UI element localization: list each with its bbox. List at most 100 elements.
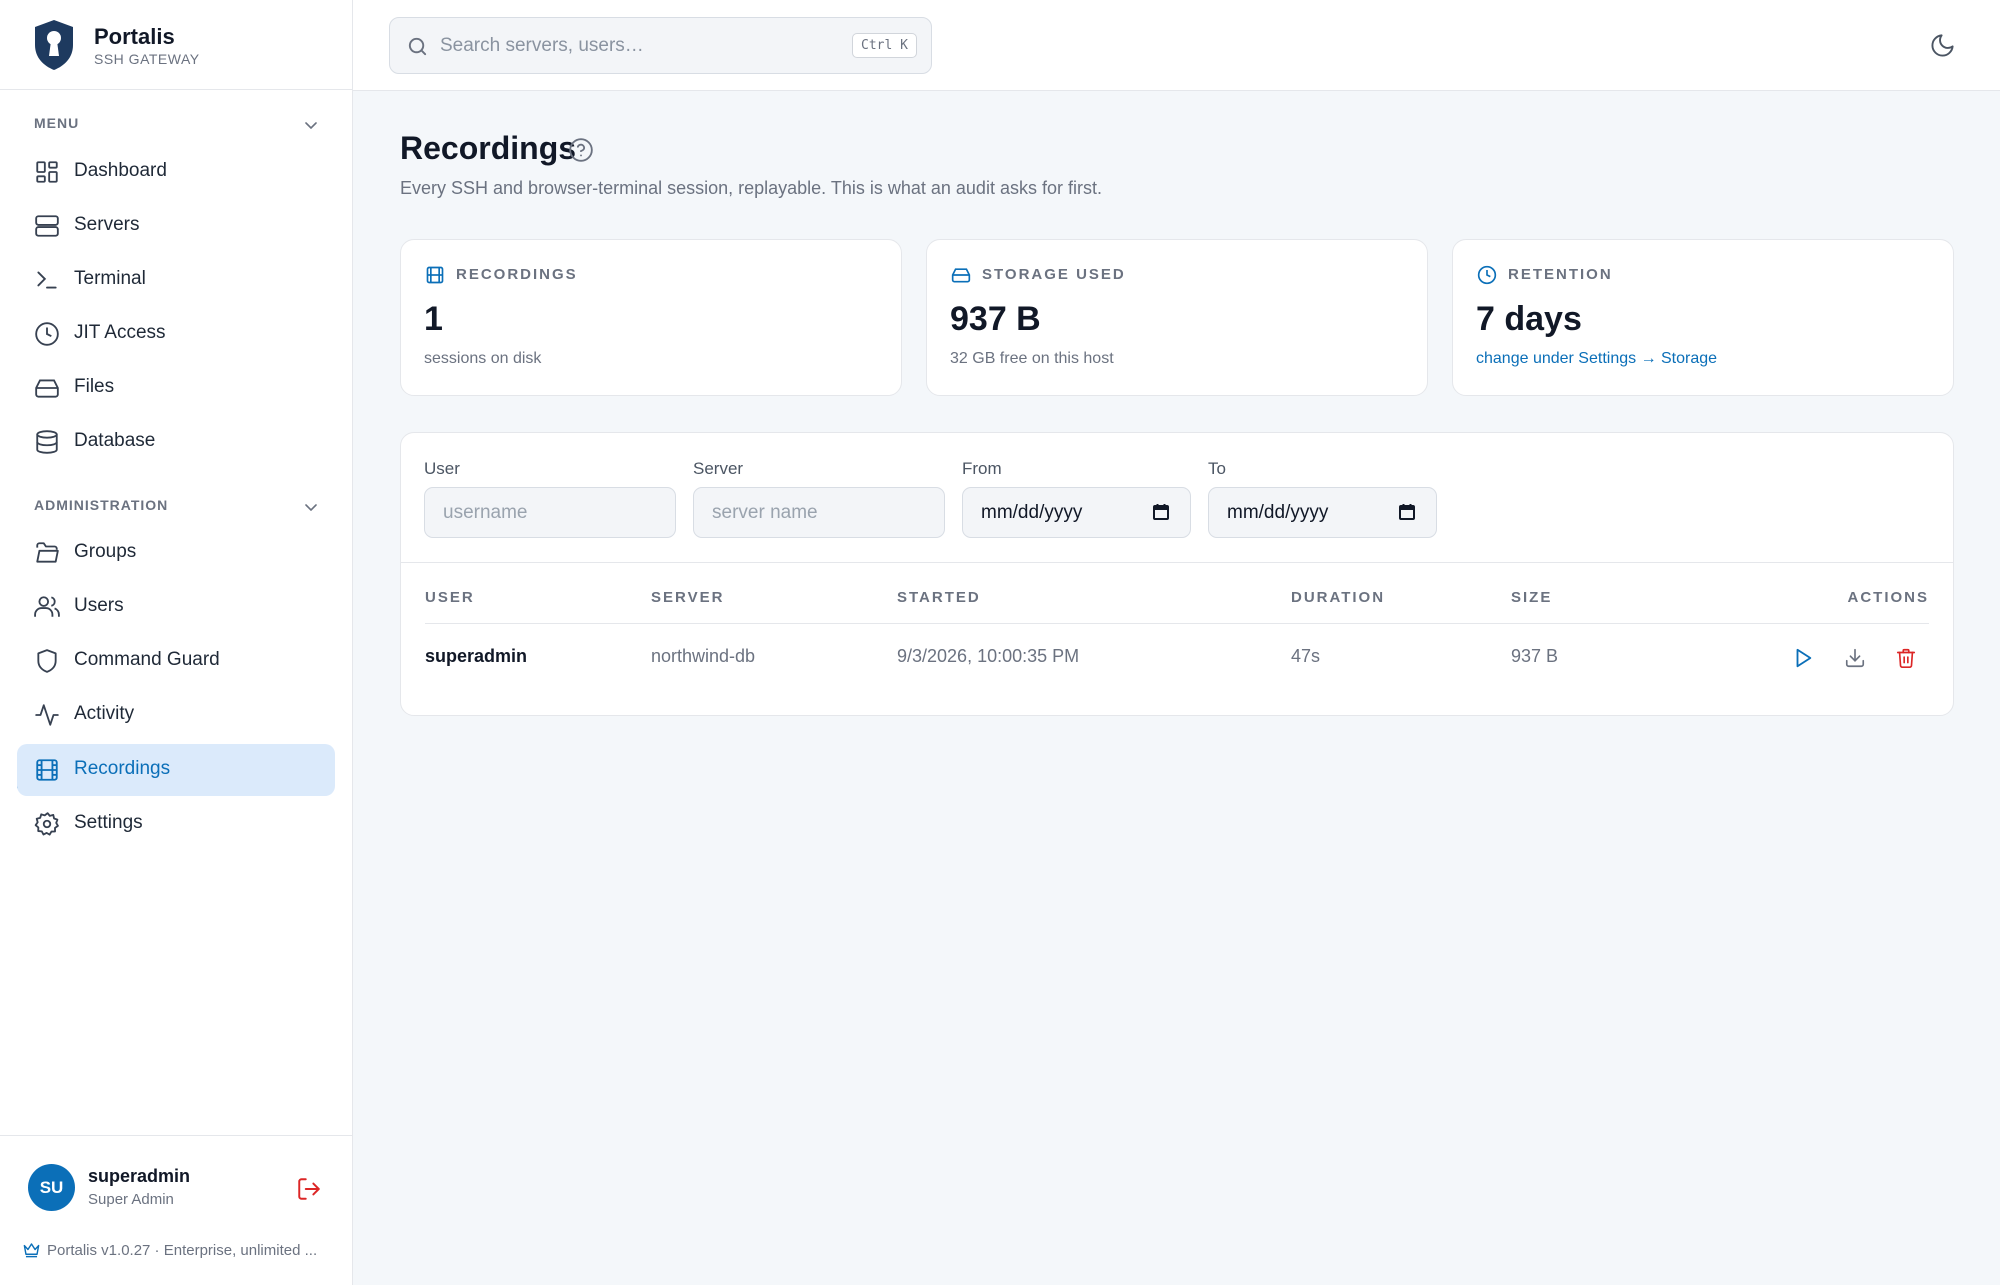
cell-duration: 47s <box>1291 646 1321 666</box>
sidebar-item-servers[interactable]: Servers <box>17 200 335 252</box>
film-icon <box>426 266 444 284</box>
to-date-label: To <box>1208 459 1226 478</box>
brand[interactable]: Portalis SSH GATEWAY <box>0 0 352 90</box>
sidebar-item-users[interactable]: Users <box>17 581 335 633</box>
clock-icon <box>35 322 59 346</box>
calendar-icon[interactable] <box>1152 503 1170 521</box>
play-icon[interactable] <box>1792 647 1814 669</box>
sidebar-item-label: Files <box>74 376 115 397</box>
stat-card-recordings: RECORDINGS 1 sessions on disk <box>400 239 902 396</box>
from-date-input[interactable]: mm/dd/yyyy <box>962 487 1191 538</box>
column-header-duration: DURATION <box>1291 589 1386 606</box>
column-header-user: USER <box>425 589 475 606</box>
sidebar-item-files[interactable]: Files <box>17 362 335 414</box>
stat-value: 1 <box>424 300 443 338</box>
sidebar-item-label: Users <box>74 595 124 616</box>
administration-section-heading[interactable]: ADMINISTRATION <box>34 497 319 517</box>
column-header-server: SERVER <box>651 589 725 606</box>
user-filter-label: User <box>424 459 460 478</box>
page-title: Recordings <box>400 130 577 166</box>
users-icon <box>34 596 60 617</box>
search-icon <box>408 37 427 56</box>
moon-icon[interactable] <box>1929 32 1956 59</box>
top-bar: Ctrl K <box>353 0 2000 91</box>
drive-icon <box>35 379 59 398</box>
stat-label: RETENTION <box>1508 266 1613 283</box>
film-icon <box>36 759 58 781</box>
chevron-down-icon <box>305 122 317 129</box>
brand-subtitle: SSH GATEWAY <box>94 51 200 67</box>
crown-icon <box>23 1243 40 1258</box>
sidebar-item-label: Groups <box>74 541 137 562</box>
brand-name: Portalis <box>94 24 175 49</box>
cell-server: northwind-db <box>651 646 756 666</box>
divider <box>401 562 1953 563</box>
help-icon[interactable] <box>568 137 594 163</box>
stat-subtext: 32 GB free on this host <box>950 350 1114 367</box>
settings-storage-link[interactable]: change under Settings → Storage <box>1476 350 1717 368</box>
clock-icon <box>1477 265 1497 285</box>
sidebar-item-label: Settings <box>74 812 143 833</box>
servers-icon <box>35 215 59 237</box>
user-filter-input[interactable] <box>424 487 676 538</box>
cell-size: 937 B <box>1511 646 1559 666</box>
sidebar-item-label: JIT Access <box>74 322 166 343</box>
column-header-started: STARTED <box>897 589 981 606</box>
stat-value: 7 days <box>1476 300 1582 338</box>
sidebar-item-settings[interactable]: Settings <box>17 798 335 850</box>
sidebar-item-label: Database <box>74 430 156 451</box>
sidebar-item-database[interactable]: Database <box>17 416 335 468</box>
search-shortcut-hint: Ctrl K <box>852 33 917 58</box>
server-filter-label: Server <box>693 459 744 478</box>
server-filter-input[interactable] <box>693 487 945 538</box>
sidebar-item-label: Terminal <box>74 268 146 289</box>
sidebar-item-groups[interactable]: Groups <box>17 527 335 579</box>
from-date-label: From <box>962 459 1002 478</box>
avatar[interactable]: SU <box>28 1164 75 1211</box>
stat-card-storage-used: STORAGE USED 937 B 32 GB free on this ho… <box>926 239 1428 396</box>
user-name: superadmin <box>88 1166 191 1186</box>
column-header-size: SIZE <box>1511 589 1553 606</box>
menu-section-label: MENU <box>34 115 80 131</box>
user-profile: SU superadmin Super Admin Portalis v1.0.… <box>0 1135 352 1285</box>
sidebar: Portalis SSH GATEWAY MENU Dashboard Serv… <box>0 0 353 1285</box>
stat-card-retention: RETENTION 7 days change under Settings →… <box>1452 239 1954 396</box>
sidebar-item-terminal[interactable]: Terminal <box>17 254 335 306</box>
activity-icon <box>35 704 59 726</box>
stat-label: RECORDINGS <box>456 266 578 283</box>
sidebar-item-activity[interactable]: Activity <box>17 689 335 741</box>
chevron-down-icon <box>305 504 317 511</box>
sidebar-item-label: Activity <box>74 703 135 724</box>
page-description: Every SSH and browser-terminal session, … <box>400 178 1102 198</box>
header-divider <box>425 623 1929 624</box>
version-info: Portalis v1.0.27 · Enterprise, unlimited… <box>22 1240 317 1259</box>
sidebar-item-label: Recordings <box>74 758 171 779</box>
stat-label: STORAGE USED <box>982 266 1126 283</box>
search-input[interactable] <box>440 30 810 62</box>
user-role: Super Admin <box>88 1191 174 1208</box>
sidebar-item-command-guard[interactable]: Command Guard <box>17 635 335 687</box>
stat-subtext: sessions on disk <box>424 350 542 367</box>
logout-icon[interactable] <box>296 1176 322 1202</box>
dashboard-icon <box>36 161 58 183</box>
calendar-icon[interactable] <box>1398 503 1416 521</box>
download-icon[interactable] <box>1844 647 1866 669</box>
administration-section-label: ADMINISTRATION <box>34 497 169 513</box>
sidebar-item-jit-access[interactable]: JIT Access <box>17 308 335 360</box>
to-date-input[interactable]: mm/dd/yyyy <box>1208 487 1437 538</box>
shield-icon <box>37 649 57 673</box>
from-date-value: mm/dd/yyyy <box>981 502 1083 523</box>
cell-started: 9/3/2026, 10:00:35 PM <box>897 646 1080 666</box>
version-text: Portalis v1.0.27 · Enterprise, unlimited… <box>47 1242 318 1259</box>
folder-icon <box>36 542 59 563</box>
sidebar-item-recordings[interactable]: Recordings <box>17 744 335 796</box>
drive-icon <box>951 268 971 283</box>
search-box[interactable]: Ctrl K <box>389 17 932 74</box>
column-header-actions: ACTIONS <box>1847 589 1929 606</box>
menu-section-heading[interactable]: MENU <box>34 115 319 135</box>
recordings-panel: User Server From mm/dd/yyyy To mm/dd/yyy… <box>400 432 1954 716</box>
to-date-value: mm/dd/yyyy <box>1227 502 1329 523</box>
sidebar-item-dashboard[interactable]: Dashboard <box>17 146 335 198</box>
trash-icon[interactable] <box>1895 647 1917 669</box>
logo-keyhole-shield-icon <box>35 20 73 70</box>
